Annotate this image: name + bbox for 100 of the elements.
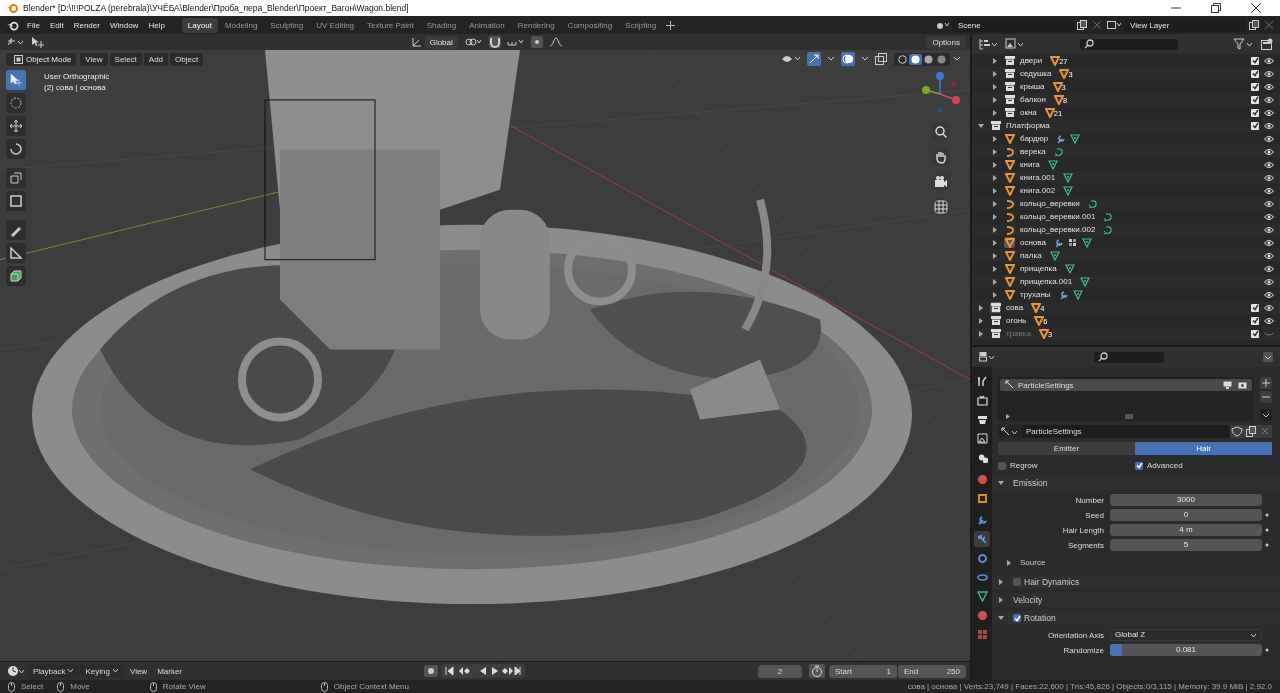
- outliner-item-name[interactable]: седушка: [1020, 69, 1052, 78]
- mesh-object-icon[interactable]: [1004, 133, 1015, 144]
- curve-object-icon[interactable]: [1004, 211, 1015, 222]
- expand-arrow-icon[interactable]: [978, 304, 984, 311]
- tool-button[interactable]: [6, 93, 26, 113]
- new-collection-icon[interactable]: [1261, 38, 1273, 50]
- workspace-tab[interactable]: UV Editing: [310, 17, 361, 33]
- view-layer-field[interactable]: View Layer: [1124, 18, 1246, 32]
- start-frame-field[interactable]: Start 1: [829, 664, 897, 678]
- exclude-checkbox[interactable]: [1251, 108, 1259, 117]
- editor-type-icon[interactable]: [7, 665, 25, 677]
- curve-data-icon[interactable]: [1087, 198, 1098, 209]
- menu-item[interactable]: Edit: [44, 20, 69, 30]
- camera-icon[interactable]: [932, 173, 950, 191]
- shading-mode-button[interactable]: [896, 53, 909, 65]
- dropdown-field[interactable]: Global Z: [1110, 629, 1262, 641]
- expand-arrow-icon[interactable]: [978, 317, 984, 324]
- checkbox[interactable]: [1135, 461, 1143, 470]
- playback-controls[interactable]: [440, 664, 525, 678]
- checkbox[interactable]: [998, 461, 1006, 470]
- eye-icon[interactable]: [1264, 199, 1274, 208]
- search-field[interactable]: [1080, 38, 1178, 50]
- eye-icon[interactable]: [1264, 108, 1274, 117]
- proportional-edit-icon[interactable]: [530, 36, 543, 48]
- mesh-object-icon[interactable]: [1004, 289, 1015, 300]
- timeline-menu[interactable]: View: [124, 664, 153, 678]
- subpanel-title[interactable]: Source: [1020, 558, 1046, 567]
- panel-title[interactable]: Rotation: [1024, 613, 1056, 623]
- eye-icon[interactable]: [1264, 316, 1274, 325]
- timeline-menu[interactable]: Marker: [152, 664, 188, 678]
- expand-arrow-icon[interactable]: [998, 615, 1004, 621]
- outliner-item-name[interactable]: окна: [1020, 108, 1037, 117]
- expand-arrow-icon[interactable]: [978, 330, 984, 337]
- workspace-tab[interactable]: Modeling: [218, 17, 264, 33]
- menu-item[interactable]: File: [22, 20, 45, 30]
- timeline-menu[interactable]: Keying: [80, 664, 124, 678]
- menu-item[interactable]: Window: [104, 20, 144, 30]
- shading-mode-button[interactable]: [922, 53, 935, 65]
- timeline-menu[interactable]: Playback: [28, 664, 80, 678]
- gizmo-toggle-icon[interactable]: [807, 52, 821, 66]
- outliner-item-name[interactable]: Платформа: [1006, 121, 1050, 130]
- panel-title[interactable]: Emission: [1013, 478, 1048, 488]
- eye-icon[interactable]: [1264, 69, 1274, 78]
- wrench-icon[interactable]: [1056, 133, 1067, 144]
- stopwatch-icon[interactable]: [809, 664, 825, 678]
- collection-icon[interactable]: [990, 315, 1001, 326]
- expand-arrow-icon[interactable]: [998, 480, 1004, 486]
- workspace-tab[interactable]: Shading: [420, 17, 463, 33]
- outliner-item-name[interactable]: прищепка: [1020, 264, 1057, 273]
- monitor-icon[interactable]: [1223, 381, 1232, 389]
- filter-icon[interactable]: [1233, 38, 1255, 50]
- resize-grip-icon[interactable]: [1124, 414, 1133, 419]
- expand-arrow-icon[interactable]: [992, 213, 998, 220]
- expand-arrow-icon[interactable]: [992, 135, 998, 142]
- scene-icon[interactable]: [935, 20, 949, 30]
- eye-icon[interactable]: [1264, 173, 1274, 182]
- mesh-object-icon[interactable]: [1004, 237, 1015, 248]
- collection-icon[interactable]: [990, 302, 1001, 313]
- checkbox[interactable]: [1013, 614, 1021, 622]
- expand-arrow-icon[interactable]: [992, 174, 998, 181]
- caret-icon[interactable]: [1260, 409, 1272, 421]
- exclude-checkbox[interactable]: [1251, 121, 1259, 130]
- pivot-icon[interactable]: [464, 37, 483, 47]
- curve-object-icon[interactable]: [1004, 198, 1015, 209]
- view-layer-icon[interactable]: [1107, 20, 1121, 30]
- overlay-toggle-icon[interactable]: [841, 52, 855, 66]
- keyframe-dot-icon[interactable]: [1265, 543, 1269, 547]
- mesh-data-icon[interactable]: [1064, 263, 1075, 274]
- eye-icon[interactable]: [1264, 134, 1274, 143]
- mesh-object-icon[interactable]: [1004, 185, 1015, 196]
- properties-tab[interactable]: [974, 430, 990, 446]
- copy-icon[interactable]: [1077, 20, 1087, 30]
- transform-orientation-icon[interactable]: [411, 37, 422, 47]
- options-dropdown[interactable]: Options: [926, 35, 966, 49]
- eye-icon[interactable]: [1264, 303, 1274, 312]
- curve-object-icon[interactable]: [1004, 224, 1015, 235]
- caret-icon[interactable]: [861, 55, 869, 63]
- expand-arrow-icon[interactable]: [992, 291, 998, 298]
- exclude-checkbox[interactable]: [1251, 303, 1259, 312]
- number-field[interactable]: 0: [1110, 509, 1262, 521]
- particle-system-item[interactable]: ParticleSettings: [1000, 379, 1252, 391]
- eye-icon[interactable]: [1264, 147, 1274, 156]
- app-logo-icon[interactable]: [7, 19, 19, 31]
- caret-icon[interactable]: [953, 55, 961, 63]
- snap-increment-icon[interactable]: [506, 37, 525, 47]
- caret-icon[interactable]: [1263, 352, 1273, 362]
- expand-arrow-icon[interactable]: [992, 161, 998, 168]
- outliner-item-name[interactable]: книга.002: [1020, 186, 1056, 195]
- workspace-tab[interactable]: Texture Paint: [361, 17, 420, 33]
- keyframe-dot-icon[interactable]: [1265, 648, 1269, 652]
- properties-tab[interactable]: [974, 588, 990, 604]
- outliner-item-name[interactable]: сова: [1006, 303, 1024, 312]
- exclude-checkbox[interactable]: [1251, 56, 1259, 65]
- particles-icon[interactable]: [1001, 426, 1019, 437]
- outliner-item-name[interactable]: крыша: [1020, 82, 1045, 91]
- exclude-checkbox[interactable]: [1251, 329, 1259, 338]
- menu-item[interactable]: Help: [143, 20, 170, 30]
- exclude-checkbox[interactable]: [1251, 95, 1259, 104]
- expand-arrow-icon[interactable]: [998, 579, 1004, 585]
- eye-icon[interactable]: [1264, 121, 1274, 130]
